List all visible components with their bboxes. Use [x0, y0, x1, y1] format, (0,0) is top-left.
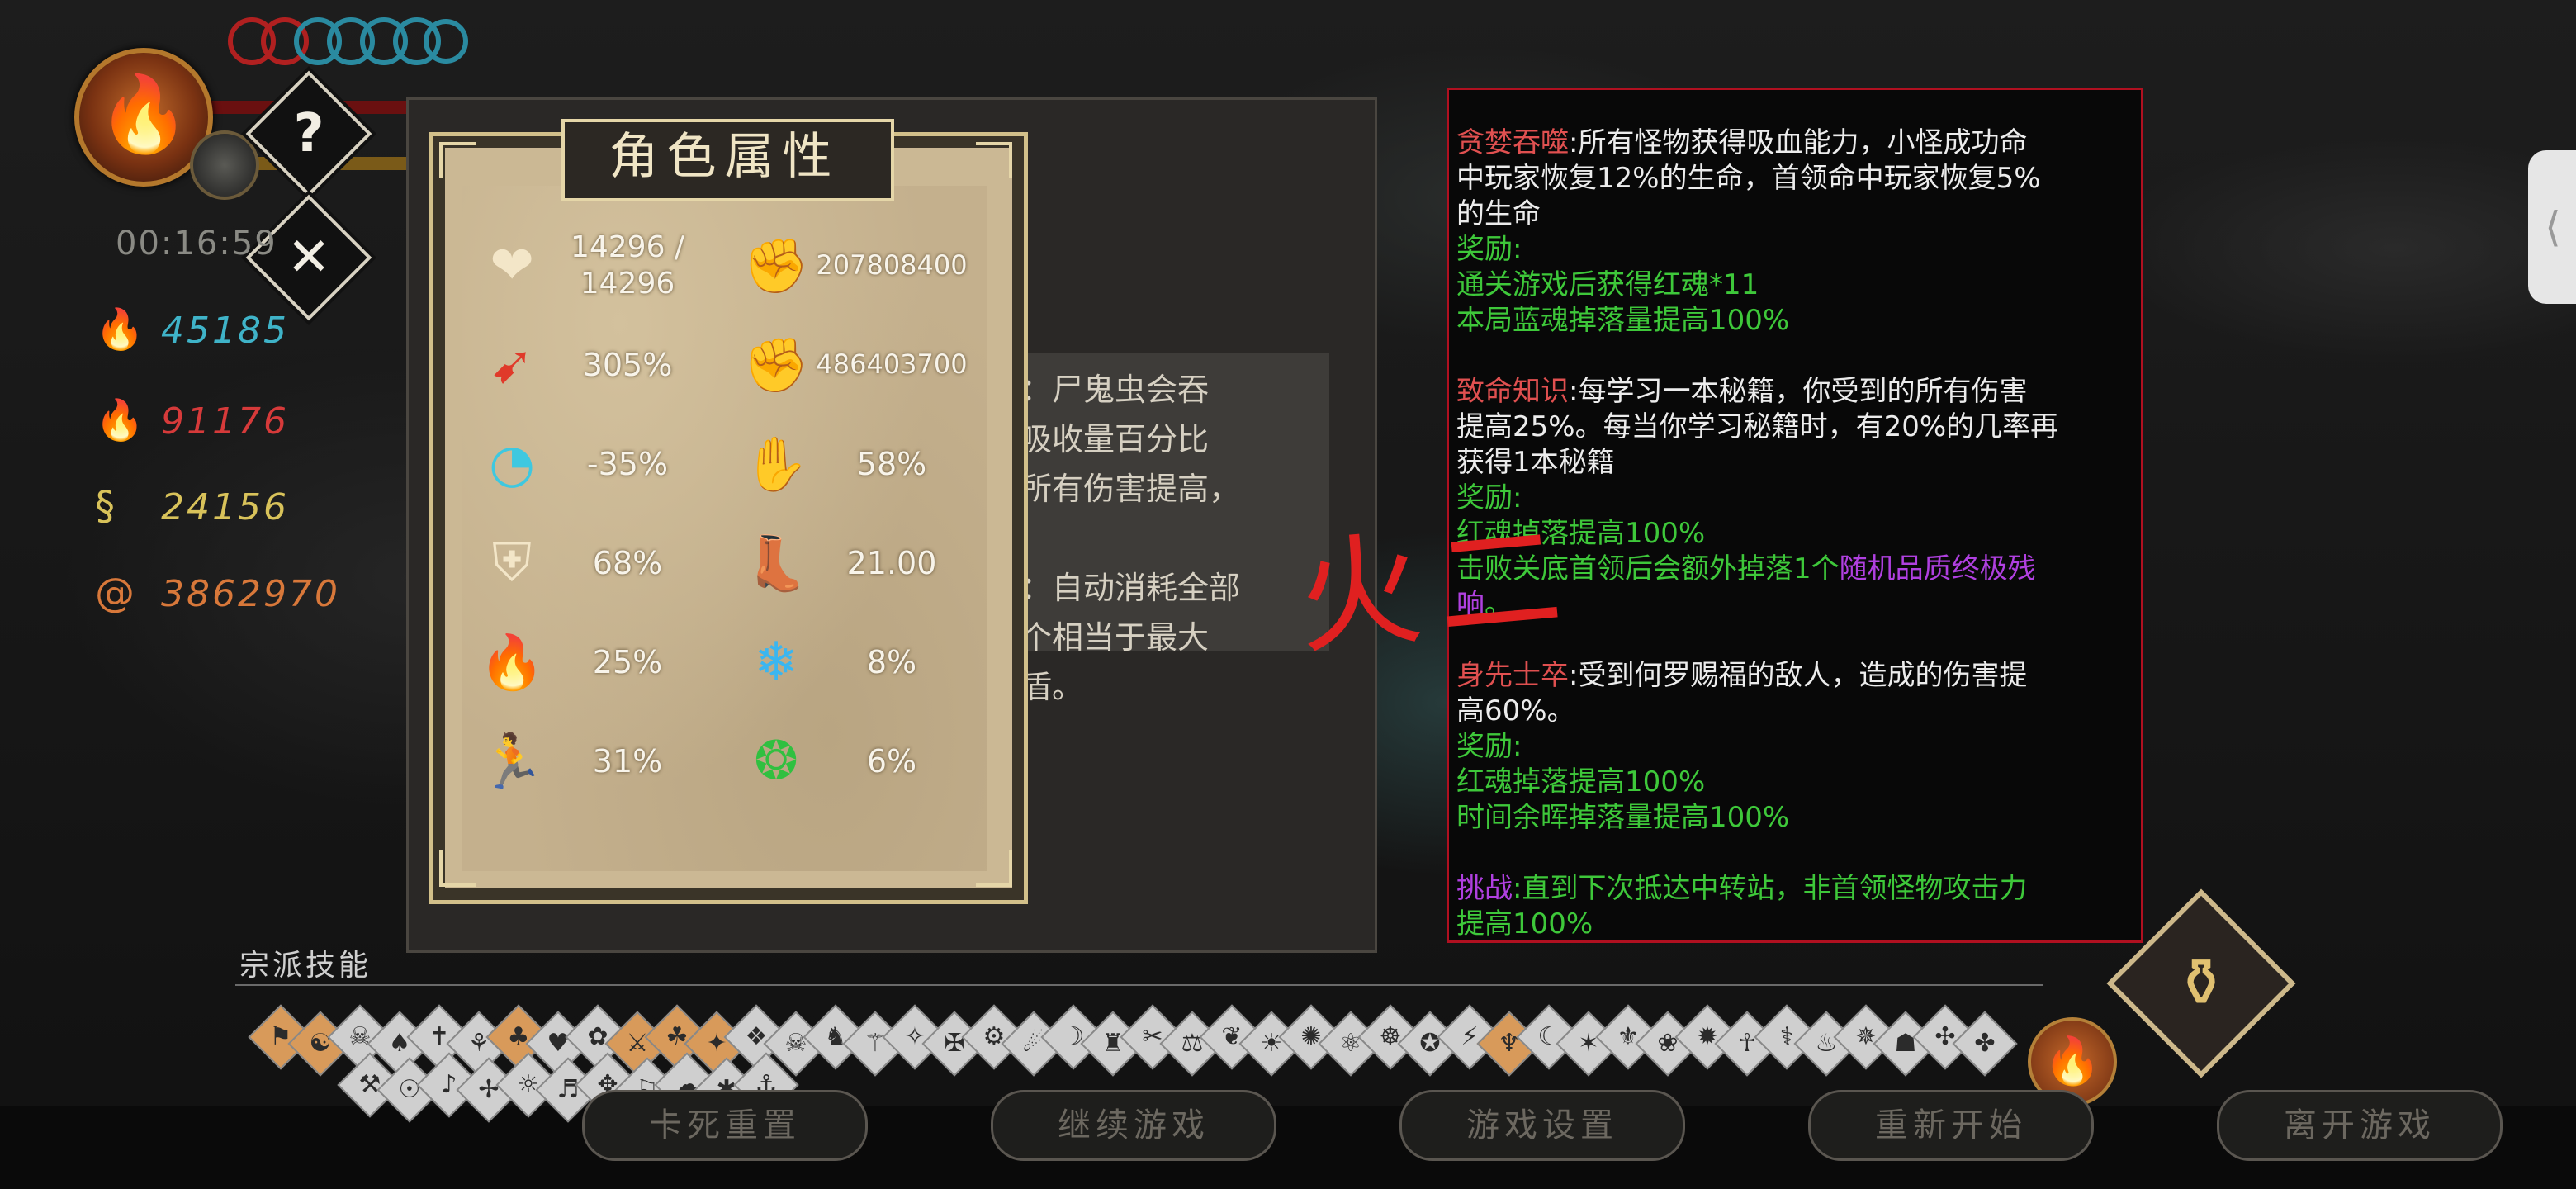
stat-value: 21.00 [846, 545, 937, 581]
stat-value: 31% [592, 743, 663, 779]
attack-fist-icon: ✊ [743, 235, 809, 297]
quest-line: 身先士卒:受到何罗赐福的敌人，造成的伤害提 [1456, 658, 2027, 694]
quest-line: 获得1本秘籍 [1456, 445, 1615, 481]
soul-chain-icon [228, 17, 468, 65]
quest-line: 奖励: [1456, 729, 1522, 765]
quest-text-segment: 时间余晖掉落量提高100% [1456, 801, 1790, 834]
resource-value: 24156 [161, 486, 289, 528]
quest-text-segment: 挑战 [1456, 872, 1513, 905]
blue-soul-icon: 🔥 [95, 306, 147, 353]
menu-button[interactable]: 卡死重置 [582, 1090, 868, 1161]
resource-row: 🔥 91176 [95, 396, 289, 443]
resource-row: 🔥 45185 [95, 306, 289, 353]
game-timer: 00:16:59 [116, 225, 277, 263]
skills-divider [235, 984, 2043, 986]
quest-text-segment: :所有怪物获得吸血能力，小怪成功命 [1569, 126, 2028, 159]
quest-line: 高60%。 [1456, 694, 1575, 729]
quest-text-segment: 奖励: [1456, 233, 1522, 266]
boot-speed-icon: 👢 [743, 533, 809, 594]
quest-text-segment: 获得1本秘籍 [1456, 446, 1615, 479]
quest-text-segment: 随机品质终极残 [1839, 552, 2036, 585]
quest-text-segment: :直到下次抵达中转站，非首领怪物攻击力 [1513, 872, 2028, 905]
panel-corner [976, 850, 1012, 887]
quest-line: 中玩家恢复12%的生命，首领命中玩家恢复5% [1456, 161, 2041, 197]
quest-line: 提高100% [1456, 907, 1593, 942]
stat-value: 486403700 [816, 348, 968, 380]
quest-text-segment: 的生命 [1456, 197, 1541, 230]
lamp-icon: ⚱ [2173, 945, 2229, 1021]
quest-text-segment: 提高25%。每当你学习秘籍时，有20%的几率再 [1456, 410, 2059, 443]
quest-line: 提高25%。每当你学习秘籍时，有20%的几率再 [1456, 410, 2058, 445]
resource-value: 3862970 [161, 573, 340, 615]
quest-text-segment: 致命知识 [1456, 375, 1569, 408]
armor-break-icon: ✋ [743, 433, 809, 495]
quest-line: 红魂掉落提高100% [1456, 765, 1705, 800]
quest-text-segment: 身先士卒 [1456, 659, 1569, 692]
quest-line: 致命知识:每学习一本秘籍，你受到的所有伤害 [1456, 374, 2027, 410]
quest-line: 时间余晖掉落量提高100% [1456, 800, 1789, 836]
stat-value: 6% [866, 743, 917, 779]
quest-line: 奖励: [1456, 232, 1522, 268]
quest-text-segment: 提高100% [1456, 907, 1593, 940]
snowflake-icon: ❄ [754, 632, 798, 693]
stat-value: 305% [582, 347, 673, 383]
relic-orb-icon[interactable] [190, 130, 259, 200]
stat-value: 8% [866, 644, 917, 680]
bottom-band [0, 1106, 2576, 1189]
stat-value: 58% [856, 446, 927, 482]
quest-line: 挑战:直到下次抵达中转站，非首领怪物攻击力 [1456, 871, 2027, 907]
resource-row: @3862970 [95, 570, 340, 616]
quest-text-segment: 通关游戏后获得红魂*11 [1456, 268, 1759, 301]
quest-line: 通关游戏后获得红魂*11 [1456, 268, 1759, 303]
stat-value: 25% [592, 644, 663, 680]
skills-label: 宗派技能 [239, 949, 372, 983]
description-text: ：尸鬼虫会吞 吸收量百分比 所有伤害提高， ：自动消耗全部 个相当于最大 盾。 [1020, 372, 1241, 705]
cooldown-icon: ◔ [489, 433, 535, 495]
panel-corner [976, 142, 1012, 178]
attributes-title: 角色属性 [608, 128, 841, 186]
heart-icon: ❤ [490, 235, 534, 296]
red-soul-icon: 🔥 [95, 397, 147, 443]
quest-text-segment: 贪婪吞噬 [1456, 126, 1569, 159]
stat-value: -35% [586, 446, 669, 482]
chevron-left-icon: ⟨ [2545, 203, 2561, 251]
quest-line: 贪婪吞噬:所有怪物获得吸血能力，小怪成功命 [1456, 126, 2027, 161]
menu-button[interactable]: 重新开始 [1808, 1090, 2094, 1161]
menu-button[interactable]: 离开游戏 [2217, 1090, 2503, 1161]
quest-line: 的生命 [1456, 197, 1541, 232]
blue-attack-icon: ✊ [743, 334, 809, 396]
panel-corner [439, 850, 476, 887]
menu-button[interactable]: 游戏设置 [1399, 1090, 1685, 1161]
poison-bubbles-icon: ❂ [754, 731, 798, 792]
quest-line: 本局蓝魂掉落量提高100% [1456, 303, 1789, 339]
quest-text-segment: :受到何罗赐福的敌人，造成的伤害提 [1569, 659, 2028, 692]
yellow-soul-icon: § [95, 483, 117, 529]
stat-value: 207808400 [816, 249, 968, 281]
quest-text-segment: 高60%。 [1456, 694, 1575, 727]
side-drawer-tab[interactable]: ⟨ [2528, 150, 2576, 304]
skill-icon: ✤ [1974, 1029, 1996, 1058]
shield-icon: ⛨ [492, 533, 532, 594]
quest-text-segment: 奖励: [1456, 730, 1522, 763]
quest-text-segment: 中玩家恢复12%的生命，首领命中玩家恢复5% [1456, 162, 2041, 195]
panel-corner [439, 142, 476, 178]
quest-text-segment: 本局蓝魂掉落量提高100% [1456, 304, 1790, 337]
crit-rate-icon: ➹ [490, 334, 534, 396]
stat-value: 14296 / 14296 [570, 230, 685, 301]
quest-text-segment: 红魂掉落提高100% [1456, 765, 1706, 798]
resource-row: § 24156 [95, 483, 289, 529]
resource-value: 91176 [161, 400, 289, 443]
menu-button[interactable]: 继续游戏 [991, 1090, 1276, 1161]
fire-icon: 🔥 [479, 632, 545, 694]
coin-icon: @ [95, 570, 137, 616]
quest-text-segment: :每学习一本秘籍，你受到的所有伤害 [1569, 375, 2028, 408]
dodge-runner-icon: 🏃 [479, 731, 545, 793]
handwritten-annotation: 火二 [1291, 504, 1584, 672]
resource-value: 45185 [161, 310, 289, 352]
stat-value: 68% [592, 545, 663, 581]
